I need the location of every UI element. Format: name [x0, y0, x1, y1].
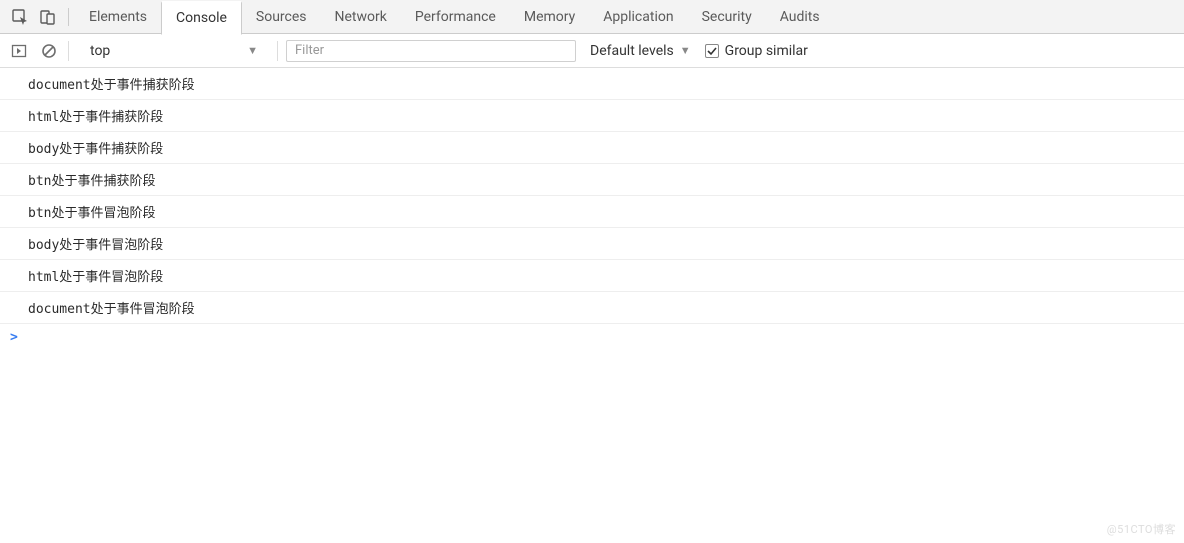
log-row: document处于事件冒泡阶段 — [0, 292, 1184, 324]
log-row: document处于事件捕获阶段 — [0, 68, 1184, 100]
log-row: html处于事件冒泡阶段 — [0, 260, 1184, 292]
tab-memory[interactable]: Memory — [510, 0, 589, 34]
tab-label: Sources — [256, 9, 307, 25]
tab-security[interactable]: Security — [688, 0, 766, 34]
tab-label: Elements — [89, 9, 147, 25]
tab-label: Memory — [524, 9, 575, 25]
tab-audits[interactable]: Audits — [766, 0, 834, 34]
tab-sources[interactable]: Sources — [242, 0, 321, 34]
tab-label: Audits — [780, 9, 820, 25]
tab-console[interactable]: Console — [161, 1, 242, 35]
levels-label: Default levels — [590, 43, 674, 59]
prompt-caret-icon: > — [10, 330, 18, 345]
divider — [277, 41, 278, 61]
tab-elements[interactable]: Elements — [75, 0, 161, 34]
log-row: body处于事件冒泡阶段 — [0, 228, 1184, 260]
chevron-down-icon: ▼ — [680, 44, 691, 57]
tab-application[interactable]: Application — [589, 0, 687, 34]
tab-label: Security — [702, 9, 752, 25]
show-console-sidebar-icon[interactable] — [8, 40, 30, 62]
tab-network[interactable]: Network — [321, 0, 401, 34]
group-similar-label: Group similar — [725, 43, 808, 59]
chevron-down-icon: ▼ — [247, 44, 258, 57]
console-output: document处于事件捕获阶段html处于事件捕获阶段body处于事件捕获阶段… — [0, 68, 1184, 324]
execution-context-selector[interactable]: top ▼ — [79, 40, 269, 62]
clear-console-icon[interactable] — [38, 40, 60, 62]
divider — [68, 8, 69, 26]
log-row: body处于事件捕获阶段 — [0, 132, 1184, 164]
watermark: @51CTO博客 — [1107, 521, 1176, 537]
tab-performance[interactable]: Performance — [401, 0, 510, 34]
console-toolbar: top ▼ Default levels ▼ Group similar — [0, 34, 1184, 68]
console-prompt-row[interactable]: > — [0, 324, 1184, 351]
context-label: top — [90, 43, 110, 59]
toggle-device-icon[interactable] — [34, 3, 62, 31]
tab-label: Console — [176, 10, 227, 26]
log-row: html处于事件捕获阶段 — [0, 100, 1184, 132]
group-similar-toggle[interactable]: Group similar — [705, 43, 808, 59]
divider — [68, 41, 69, 61]
tab-label: Network — [335, 9, 387, 25]
log-row: btn处于事件冒泡阶段 — [0, 196, 1184, 228]
checkbox-icon — [705, 44, 719, 58]
log-levels-selector[interactable]: Default levels ▼ — [584, 43, 697, 59]
filter-input[interactable] — [286, 40, 576, 62]
log-row: btn处于事件捕获阶段 — [0, 164, 1184, 196]
tabs-container: Elements Console Sources Network Performance… — [75, 0, 834, 34]
tab-label: Performance — [415, 9, 496, 25]
devtools-tabs-bar: Elements Console Sources Network Performance… — [0, 0, 1184, 34]
inspect-element-icon[interactable] — [6, 3, 34, 31]
tab-label: Application — [603, 9, 673, 25]
